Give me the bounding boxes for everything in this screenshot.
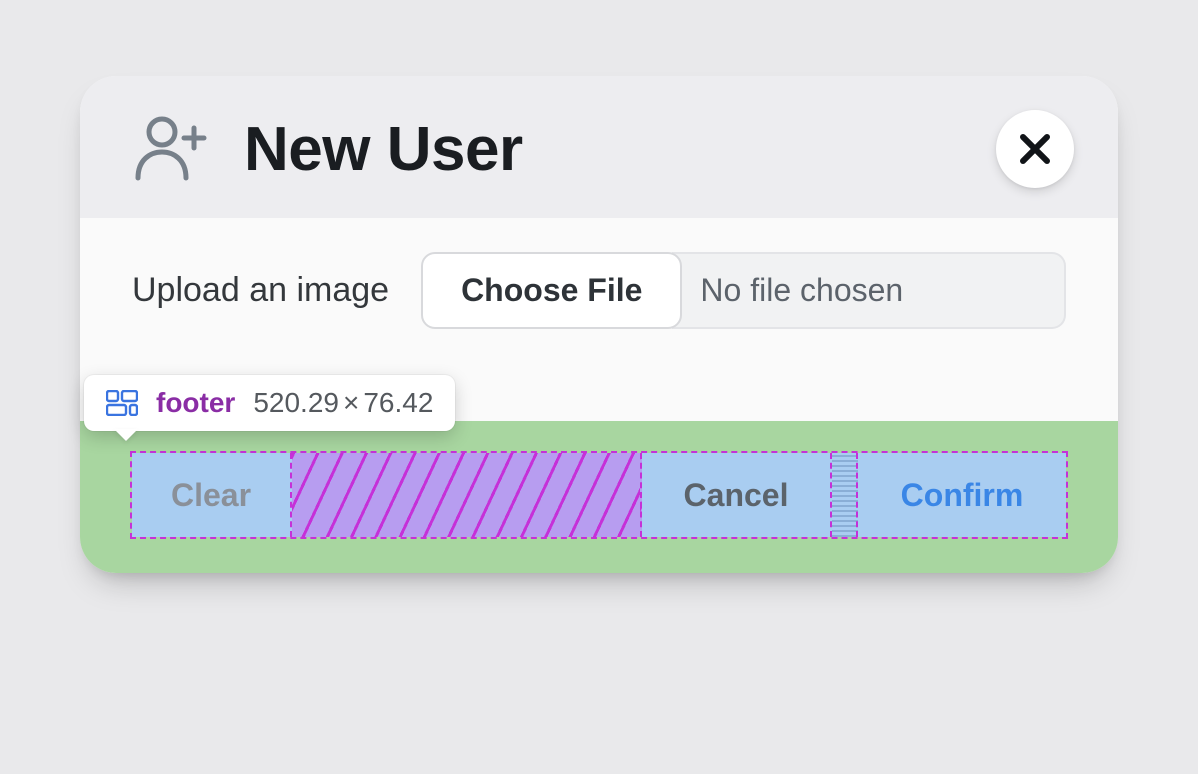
upload-row: Upload an image Choose File No file chos…: [132, 252, 1066, 329]
new-user-dialog: New User Upload an image Choose File No …: [80, 76, 1118, 573]
inspector-element-tag: footer: [156, 387, 235, 419]
cancel-button[interactable]: Cancel: [642, 453, 832, 537]
inspector-height: 76.42: [363, 387, 433, 418]
file-picker: Choose File No file chosen: [421, 252, 1066, 329]
inspector-width: 520.29: [253, 387, 339, 418]
devtools-inspector-tooltip: footer 520.29×76.42: [84, 375, 455, 431]
dialog-footer: Clear Cancel Confirm: [80, 421, 1118, 573]
inspector-dimensions: 520.29×76.42: [253, 387, 433, 419]
flex-layout-icon: [106, 390, 138, 416]
cancel-button-label: Cancel: [684, 477, 789, 514]
dialog-header: New User: [80, 76, 1118, 218]
upload-label: Upload an image: [132, 271, 389, 310]
file-status-text: No file chosen: [672, 252, 1066, 329]
footer-flex-track: Clear Cancel Confirm: [130, 451, 1068, 539]
user-plus-icon: [132, 114, 210, 184]
flex-gap-region: [292, 453, 642, 537]
confirm-button[interactable]: Confirm: [858, 453, 1066, 537]
dialog-header-left: New User: [132, 114, 523, 185]
close-button[interactable]: [996, 110, 1074, 188]
clear-button-label: Clear: [171, 477, 251, 514]
confirm-button-label: Confirm: [901, 477, 1024, 514]
choose-file-button[interactable]: Choose File: [421, 252, 682, 329]
inspector-times: ×: [339, 387, 363, 418]
clear-button[interactable]: Clear: [132, 453, 292, 537]
close-icon: [1018, 132, 1052, 166]
flex-margin-region: [832, 453, 858, 537]
dialog-title: New User: [244, 114, 523, 185]
